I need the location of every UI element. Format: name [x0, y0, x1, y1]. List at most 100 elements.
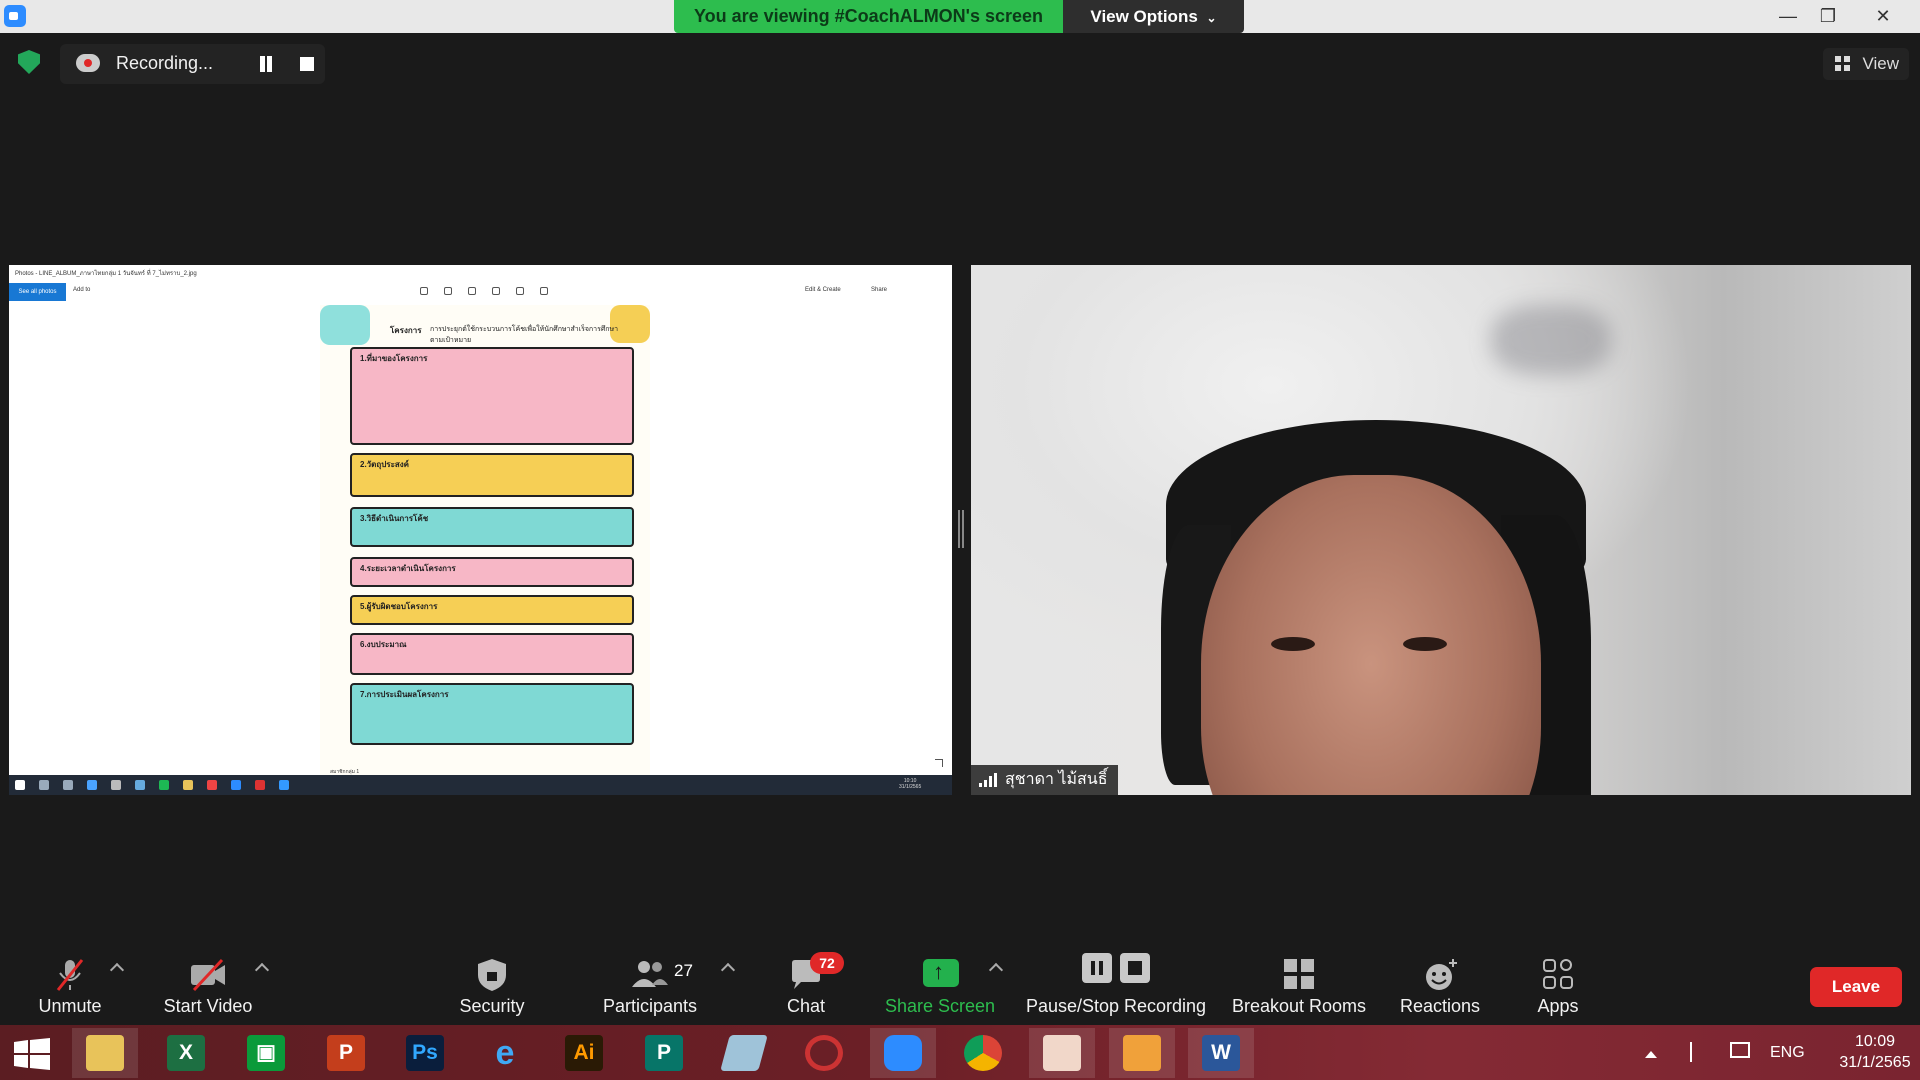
expand-icon[interactable]: [935, 759, 943, 767]
apps-label: Apps: [1537, 996, 1579, 1016]
pause-stop-recording-label: Pause/Stop Recording: [1025, 996, 1207, 1016]
shared-clock: 10:10 31/1/2565: [899, 778, 921, 790]
stop-recording-button[interactable]: [300, 57, 314, 71]
shared-screen[interactable]: Photos - LINE_ALBUM_ภาษาไทยกลุ่ม 1 วันจั…: [9, 265, 952, 795]
rotate-icon[interactable]: [516, 287, 524, 295]
unmute-button[interactable]: Unmute: [20, 945, 120, 1025]
start-icon[interactable]: [0, 1028, 66, 1078]
camera-icon[interactable]: [1109, 1028, 1175, 1078]
photoshop-icon[interactable]: Ps: [392, 1028, 458, 1078]
zoom-icon: [231, 780, 241, 790]
poster-section: 4.ระยะเวลาดำเนินโครงการ: [350, 557, 634, 587]
crop-icon[interactable]: [540, 287, 548, 295]
chrome-icon[interactable]: [950, 1028, 1016, 1078]
pause-icon: [1082, 953, 1112, 983]
start-icon: [15, 780, 25, 790]
shared-clock-date: 31/1/2565: [899, 784, 922, 790]
file-explorer-icon[interactable]: [72, 1028, 138, 1078]
windows-taskbar: X ▣ P Ps e Ai P W: [0, 1025, 1920, 1080]
line-icon: [159, 780, 169, 790]
shared-taskbar: 10:10 31/1/2565: [9, 775, 952, 795]
window-titlebar: You are viewing #CoachALMON's screen Vie…: [0, 0, 1920, 33]
poster-section: 3.วิธีดำเนินการโค้ช: [350, 507, 634, 547]
participants-icon: [632, 961, 668, 987]
zoom-icon[interactable]: [870, 1028, 936, 1078]
security-button[interactable]: Security: [442, 945, 542, 1025]
breakout-rooms-button[interactable]: Breakout Rooms: [1228, 945, 1370, 1025]
internet-explorer-icon[interactable]: e: [472, 1028, 538, 1078]
photos-icon[interactable]: [1029, 1028, 1095, 1078]
participant-eye: [1271, 637, 1315, 651]
poster-section: 6.งบประมาณ: [350, 633, 634, 675]
apps-button[interactable]: Apps: [1508, 945, 1608, 1025]
photos-toolbar: See all photos Add to Edit & Create Shar…: [9, 283, 952, 303]
breakout-rooms-icon: [1284, 959, 1314, 989]
notepad-icon[interactable]: [711, 1028, 777, 1078]
taskbar-clock[interactable]: 10:09 31/1/2565: [1830, 1031, 1920, 1073]
file-explorer-icon: [183, 780, 193, 790]
task-view-icon: [63, 780, 73, 790]
shared-window-title: Photos - LINE_ALBUM_ภาษาไทยกลุ่ม 1 วันจั…: [15, 271, 197, 277]
participant-eye: [1403, 637, 1447, 651]
add-to-button[interactable]: Add to: [73, 287, 90, 293]
cloud-recording-icon: [76, 54, 100, 72]
grid-view-icon: [1835, 56, 1850, 71]
delete-icon[interactable]: [468, 287, 476, 295]
chat-label: Chat: [786, 996, 826, 1016]
participant-video[interactable]: สุชาดา ไม้สนธิ์: [971, 265, 1911, 795]
zoom-in-icon[interactable]: [420, 287, 428, 295]
poster-section: 5.ผู้รับผิดชอบโครงการ: [350, 595, 634, 625]
participants-options-caret-icon[interactable]: [720, 962, 736, 978]
unmute-label: Unmute: [38, 996, 102, 1016]
background-blur: [1491, 305, 1611, 375]
view-options-button[interactable]: View Options ⌄: [1063, 0, 1244, 33]
view-options-label: View Options: [1090, 7, 1198, 26]
hotcape-icon[interactable]: [791, 1028, 857, 1078]
publisher-icon[interactable]: P: [631, 1028, 697, 1078]
smiley-reaction-icon: [1426, 959, 1457, 990]
see-all-photos-button[interactable]: See all photos: [9, 283, 66, 301]
recording-label: Recording...: [116, 53, 214, 73]
reactions-button[interactable]: Reactions: [1390, 945, 1490, 1025]
video-off-icon: [191, 958, 225, 992]
edit-create-button[interactable]: Edit & Create: [805, 287, 841, 293]
security-shield-icon: [478, 959, 506, 991]
participants-button[interactable]: 27 Participants: [590, 945, 710, 1025]
pause-recording-button[interactable]: [258, 56, 274, 72]
chrome-icon: [207, 780, 217, 790]
encryption-shield-icon[interactable]: [18, 50, 40, 74]
participants-count: 27: [674, 961, 693, 980]
excel-icon[interactable]: X: [153, 1028, 219, 1078]
taskbar-time: 10:09: [1854, 1033, 1896, 1050]
close-button[interactable]: ✕: [1855, 0, 1911, 33]
poster-decoration: [320, 305, 370, 345]
favorite-icon[interactable]: [492, 287, 500, 295]
pause-stop-recording-button[interactable]: Pause/Stop Recording: [1024, 945, 1208, 1025]
language-indicator[interactable]: ENG: [1770, 1044, 1805, 1062]
illustrator-icon[interactable]: Ai: [551, 1028, 617, 1078]
panel-splitter[interactable]: [958, 510, 964, 548]
chevron-down-icon: ⌄: [1206, 11, 1217, 25]
network-icon[interactable]: [1730, 1042, 1750, 1058]
share-screen-label: Share Screen: [884, 996, 996, 1016]
leave-button[interactable]: Leave: [1810, 967, 1902, 1007]
share-screen-arrow-icon: [923, 959, 959, 987]
app-icon: [111, 780, 121, 790]
maximize-button[interactable]: ❐: [1800, 0, 1856, 33]
poster-section: 2.วัตถุประสงค์: [350, 453, 634, 497]
start-video-button[interactable]: Start Video: [148, 945, 268, 1025]
show-hidden-icons-icon[interactable]: [1645, 1051, 1657, 1058]
participant-name-tag: สุชาดา ไม้สนธิ์: [971, 765, 1118, 795]
poster-heading: โครงการ: [390, 326, 422, 335]
share-button[interactable]: Share: [871, 287, 887, 293]
app-icon: [135, 780, 145, 790]
action-flag-icon[interactable]: [1690, 1042, 1708, 1062]
store-icon[interactable]: ▣: [233, 1028, 299, 1078]
project-poster-image: โครงการ การประยุกต์ใช้กระบวนการโค้ชเพื่อ…: [320, 305, 650, 780]
search-icon: [39, 780, 49, 790]
participant-name: สุชาดา ไม้สนธิ์: [1005, 771, 1108, 788]
word-icon[interactable]: W: [1188, 1028, 1254, 1078]
zoom-out-icon[interactable]: [444, 287, 452, 295]
poster-subtitle: การประยุกต์ใช้กระบวนการโค้ชเพื่อให้นักศึ…: [430, 326, 619, 344]
powerpoint-icon[interactable]: P: [313, 1028, 379, 1078]
